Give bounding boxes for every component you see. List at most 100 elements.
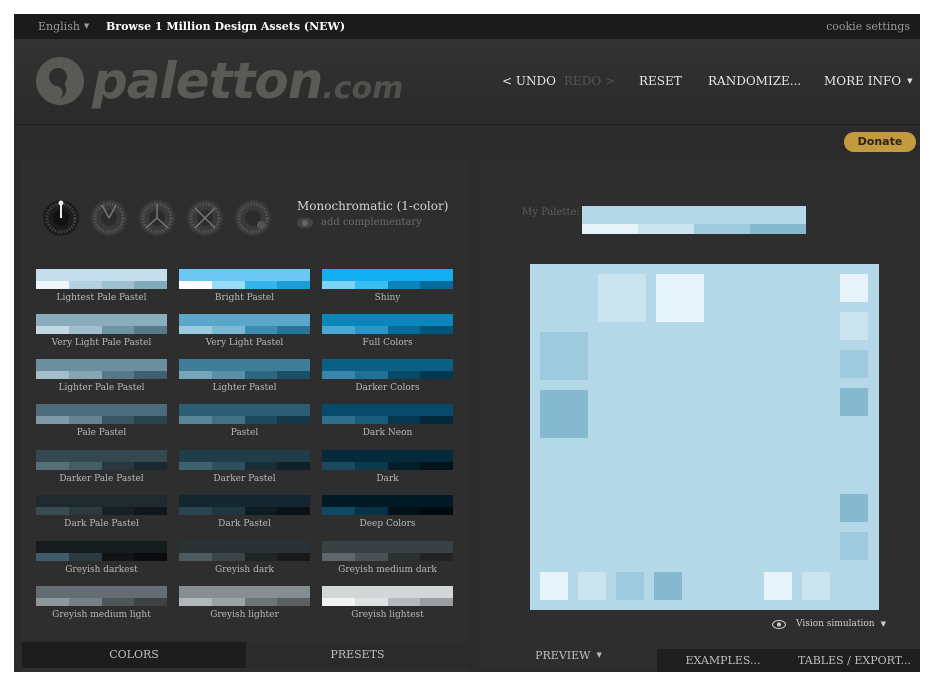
preset-label: Dark Pastel (218, 519, 271, 529)
logo-domain: .com (322, 70, 404, 106)
preset-shade (211, 507, 245, 515)
logo-text: paletton (92, 52, 323, 110)
preset-swatch (322, 541, 453, 561)
preset-shade (322, 553, 355, 561)
tab-tables-export[interactable]: TABLES / EXPORT... (789, 649, 920, 672)
preset-base-color (322, 359, 453, 371)
preset-label: Dark Pale Pastel (64, 519, 139, 529)
preset-tile[interactable]: Shiny (322, 269, 453, 303)
preset-shades (322, 598, 453, 606)
preview-swatch (616, 572, 644, 600)
caret-down-icon: ▼ (907, 77, 913, 85)
preset-tile[interactable]: Lighter Pastel (179, 359, 310, 393)
preset-tile[interactable]: Greyish medium dark (322, 541, 453, 575)
preset-shade (211, 281, 245, 289)
cookie-settings-link[interactable]: cookie settings (826, 20, 910, 33)
adjacent-wheel-icon[interactable] (90, 199, 128, 237)
preset-tile[interactable]: Greyish lightest (322, 586, 453, 620)
preset-swatch (322, 495, 453, 515)
preset-tile[interactable]: Full Colors (322, 314, 453, 348)
preset-shade (387, 462, 421, 470)
preset-shade (354, 462, 388, 470)
add-complementary-toggle[interactable]: add complementary (297, 217, 422, 228)
preset-base-color (179, 450, 310, 462)
preset-tile[interactable]: Darker Pastel (179, 450, 310, 484)
preset-label: Greyish medium light (52, 610, 151, 620)
redo-button[interactable]: REDO > (564, 74, 615, 88)
preset-label: Pale Pastel (76, 428, 127, 438)
preset-swatch (322, 359, 453, 379)
undo-button[interactable]: < UNDO (502, 74, 556, 88)
preset-swatch (36, 359, 167, 379)
preset-shade (179, 507, 212, 515)
preset-tile[interactable]: Pale Pastel (36, 404, 167, 438)
reset-button[interactable]: RESET (639, 74, 682, 88)
preset-tile[interactable]: Lightest Pale Pastel (36, 269, 167, 303)
preview-swatch (654, 572, 682, 600)
preset-tile[interactable]: Dark Pale Pastel (36, 495, 167, 529)
preset-tile[interactable]: Deep Colors (322, 495, 453, 529)
preset-shade (134, 553, 167, 561)
preset-tile[interactable]: Dark Neon (322, 404, 453, 438)
browse-assets-link[interactable]: Browse 1 Million Design Assets (NEW) (106, 20, 345, 33)
preset-shades (36, 598, 167, 606)
logo[interactable]: paletton .com (34, 49, 403, 113)
tab-preview[interactable]: PREVIEW ▼ (480, 642, 657, 668)
preset-base-color (322, 450, 453, 462)
preset-swatch (179, 269, 310, 289)
preset-tile[interactable]: Lighter Pale Pastel (36, 359, 167, 393)
preset-shade (36, 507, 69, 515)
preset-tile[interactable]: Darker Pale Pastel (36, 450, 167, 484)
preset-tile[interactable]: Dark Pastel (179, 495, 310, 529)
triad-wheel-icon[interactable] (138, 199, 176, 237)
randomize-button[interactable]: RANDOMIZE... (708, 74, 801, 88)
preset-base-color (179, 541, 310, 553)
preset-swatch (179, 359, 310, 379)
preset-tile[interactable]: Greyish darkest (36, 541, 167, 575)
preset-label: Bright Pastel (214, 293, 275, 303)
my-palette-strip[interactable] (582, 206, 806, 234)
preview-swatch (578, 572, 606, 600)
preset-shades (36, 416, 167, 424)
preset-tile[interactable]: Pastel (179, 404, 310, 438)
more-info-menu[interactable]: MORE INFO ▼ (824, 74, 913, 88)
preset-base-color (322, 541, 453, 553)
free-style-wheel-icon[interactable] (234, 199, 272, 237)
preset-tile[interactable]: Very Light Pale Pastel (36, 314, 167, 348)
preset-shade (420, 598, 453, 606)
preset-tile[interactable]: Greyish lighter (179, 586, 310, 620)
language-selector[interactable]: English ▼ (38, 20, 89, 33)
preset-shades (322, 416, 453, 424)
preset-shade (36, 281, 69, 289)
preset-tile[interactable]: Bright Pastel (179, 269, 310, 303)
preset-base-color (179, 359, 310, 371)
mono-wheel-icon[interactable] (42, 199, 80, 237)
tab-colors[interactable]: COLORS (22, 642, 246, 668)
preset-shade (420, 326, 453, 334)
preset-tile[interactable]: Darker Colors (322, 359, 453, 393)
donate-button[interactable]: Donate (844, 132, 916, 152)
preset-swatch (179, 495, 310, 515)
tab-presets[interactable]: PRESETS (246, 642, 469, 668)
preset-label: Shiny (374, 293, 401, 303)
scheme-title: Monochromatic (1-color) (297, 199, 449, 213)
tab-preview-label: PREVIEW (535, 649, 591, 662)
preset-label: Very Light Pale Pastel (51, 338, 152, 348)
preset-shade (387, 281, 421, 289)
preset-tile[interactable]: Greyish dark (179, 541, 310, 575)
preset-shades (179, 462, 310, 470)
my-palette-label: My Palette: (522, 207, 580, 218)
preset-tile[interactable]: Greyish medium light (36, 586, 167, 620)
vision-simulation-menu[interactable]: Vision simulation ▼ (772, 619, 886, 629)
preset-shade (244, 553, 278, 561)
preset-shade (244, 281, 278, 289)
preset-shades (179, 416, 310, 424)
preset-tile[interactable]: Very Light Pastel (179, 314, 310, 348)
tetrad-wheel-icon[interactable] (186, 199, 224, 237)
tab-examples[interactable]: EXAMPLES... (657, 649, 789, 672)
preset-shade (277, 371, 310, 379)
preset-shade (322, 462, 355, 470)
preset-label: Darker Pastel (213, 474, 276, 484)
preset-shade (420, 553, 453, 561)
preset-tile[interactable]: Dark (322, 450, 453, 484)
